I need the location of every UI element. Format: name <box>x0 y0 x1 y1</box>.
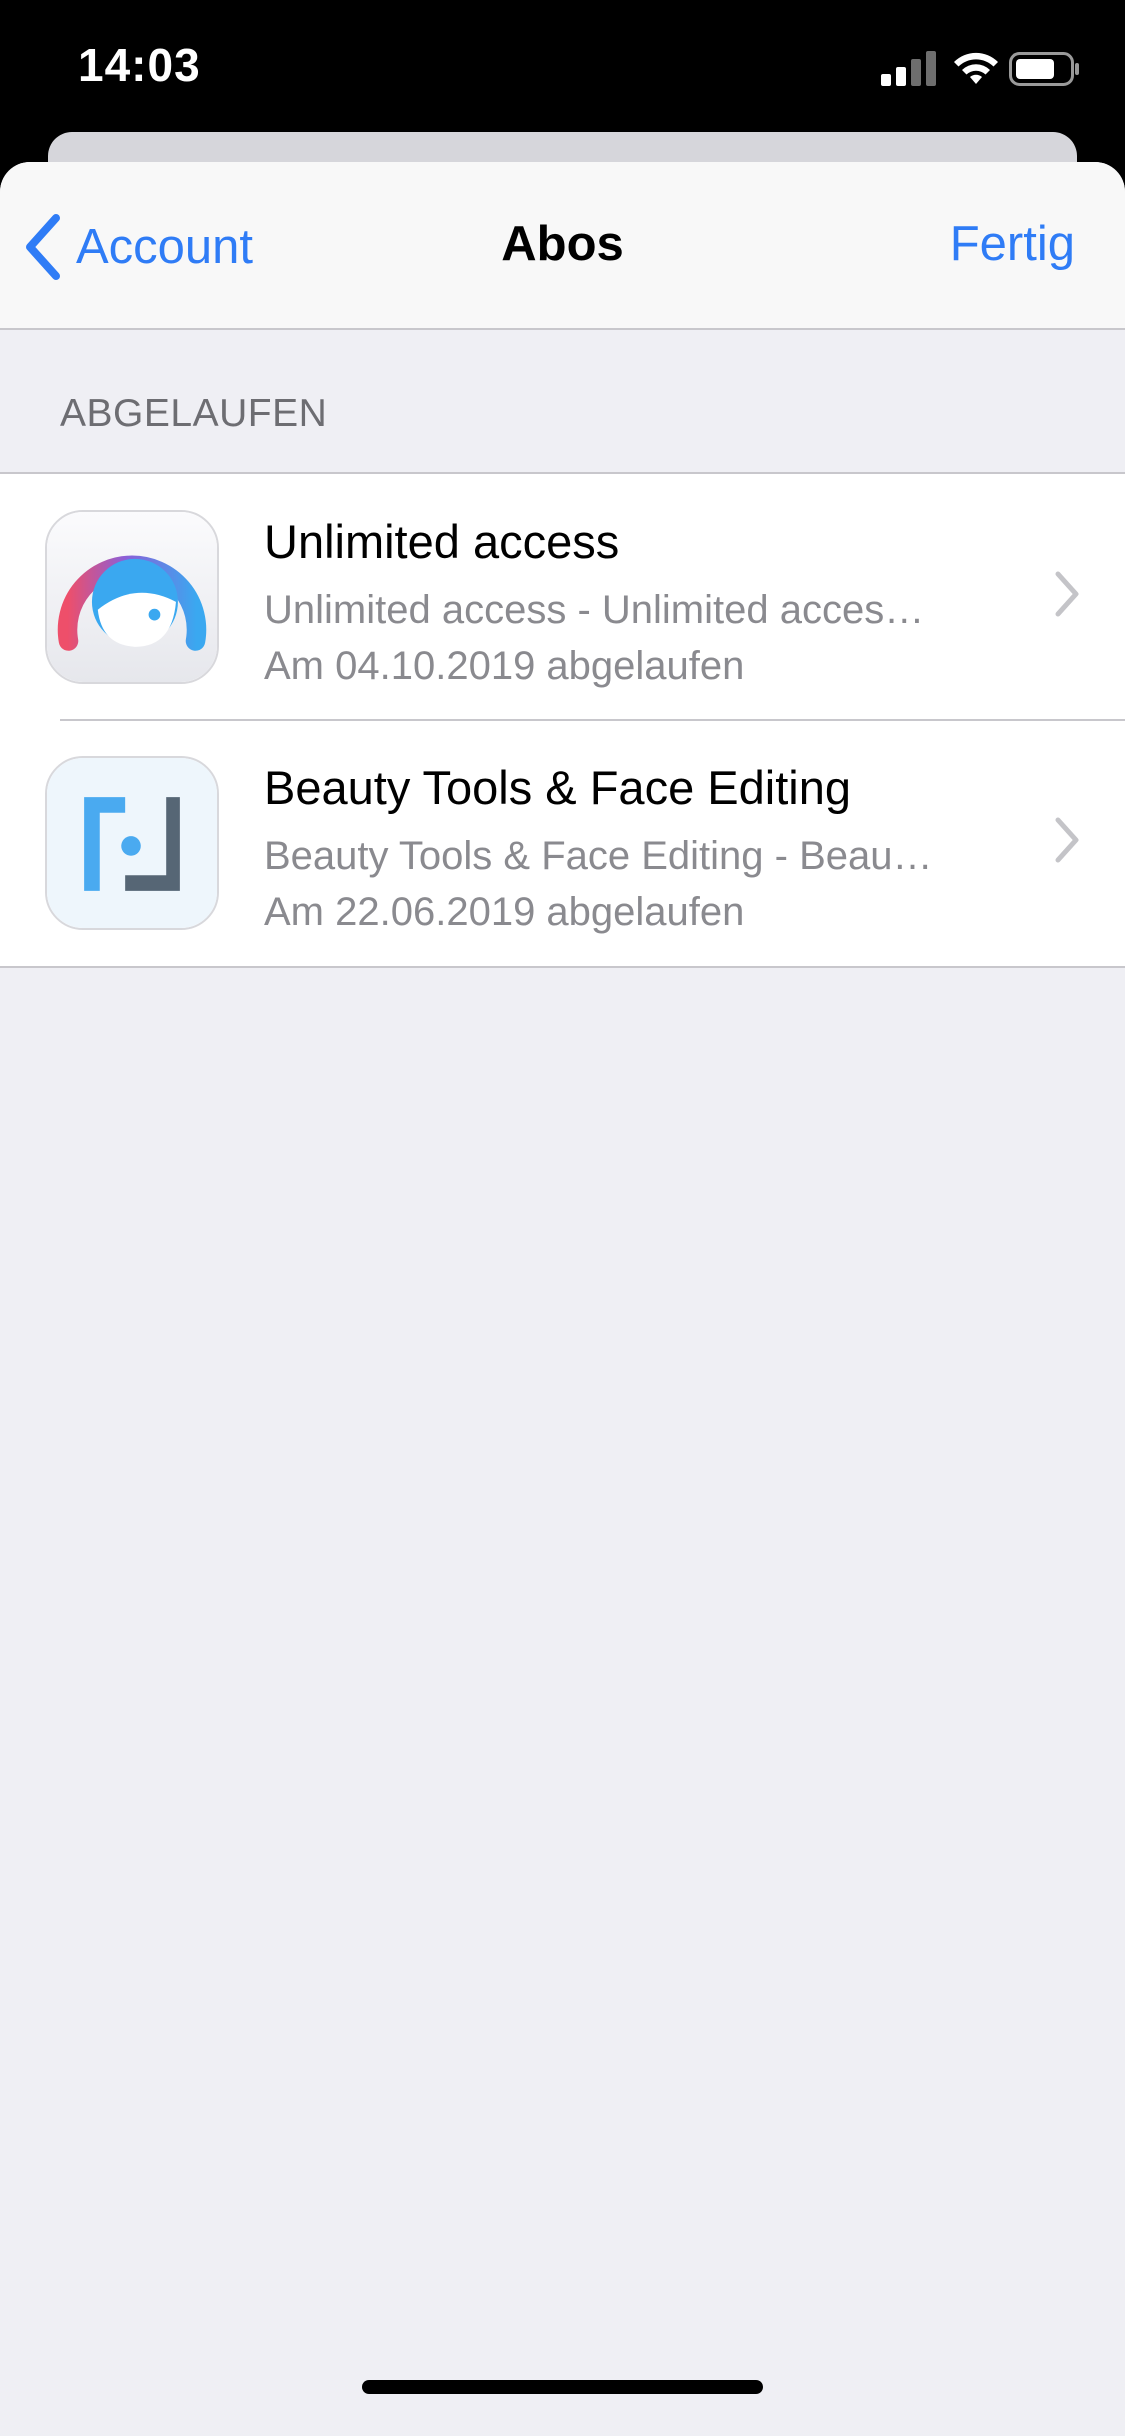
subscription-row[interactable]: Beauty Tools & Face Editing Beauty Tools… <box>0 719 1125 966</box>
subscription-title: Unlimited access <box>264 515 620 568</box>
subscription-expiry-date: Am 22.06.2019 abgelaufen <box>264 890 745 934</box>
navigation-bar: Account Abos Fertig <box>0 162 1125 330</box>
section-header-expired: ABGELAUFEN <box>60 392 328 435</box>
beauty-tools-app-icon <box>45 756 219 930</box>
facetune-app-icon <box>45 510 219 684</box>
signal-icon <box>881 51 936 86</box>
home-indicator[interactable] <box>362 2380 763 2394</box>
status-time: 14:03 <box>78 39 201 91</box>
subscription-expiry-date: Am 04.10.2019 abgelaufen <box>264 644 745 688</box>
screen: 14:03 Account Abos Fertig ABGELAUFEN Unl… <box>0 0 1125 2436</box>
subscription-row[interactable]: Unlimited access Unlimited access - Unli… <box>0 474 1125 720</box>
wifi-icon <box>954 52 998 84</box>
subscription-title: Beauty Tools & Face Editing <box>264 761 851 814</box>
subscription-subtitle: Unlimited access - Unlimited acces… <box>264 588 925 632</box>
subscription-subtitle: Beauty Tools & Face Editing - Beau… <box>264 834 933 878</box>
subscriptions-sheet: Account Abos Fertig ABGELAUFEN Unlimited… <box>0 162 1125 2436</box>
chevron-right-icon <box>1055 817 1079 863</box>
subscriptions-list: Unlimited access Unlimited access - Unli… <box>0 472 1125 968</box>
status-bar: 14:03 <box>0 0 1125 135</box>
battery-icon <box>1009 52 1079 86</box>
chevron-right-icon <box>1055 571 1079 617</box>
done-button[interactable]: Fertig <box>950 216 1075 272</box>
